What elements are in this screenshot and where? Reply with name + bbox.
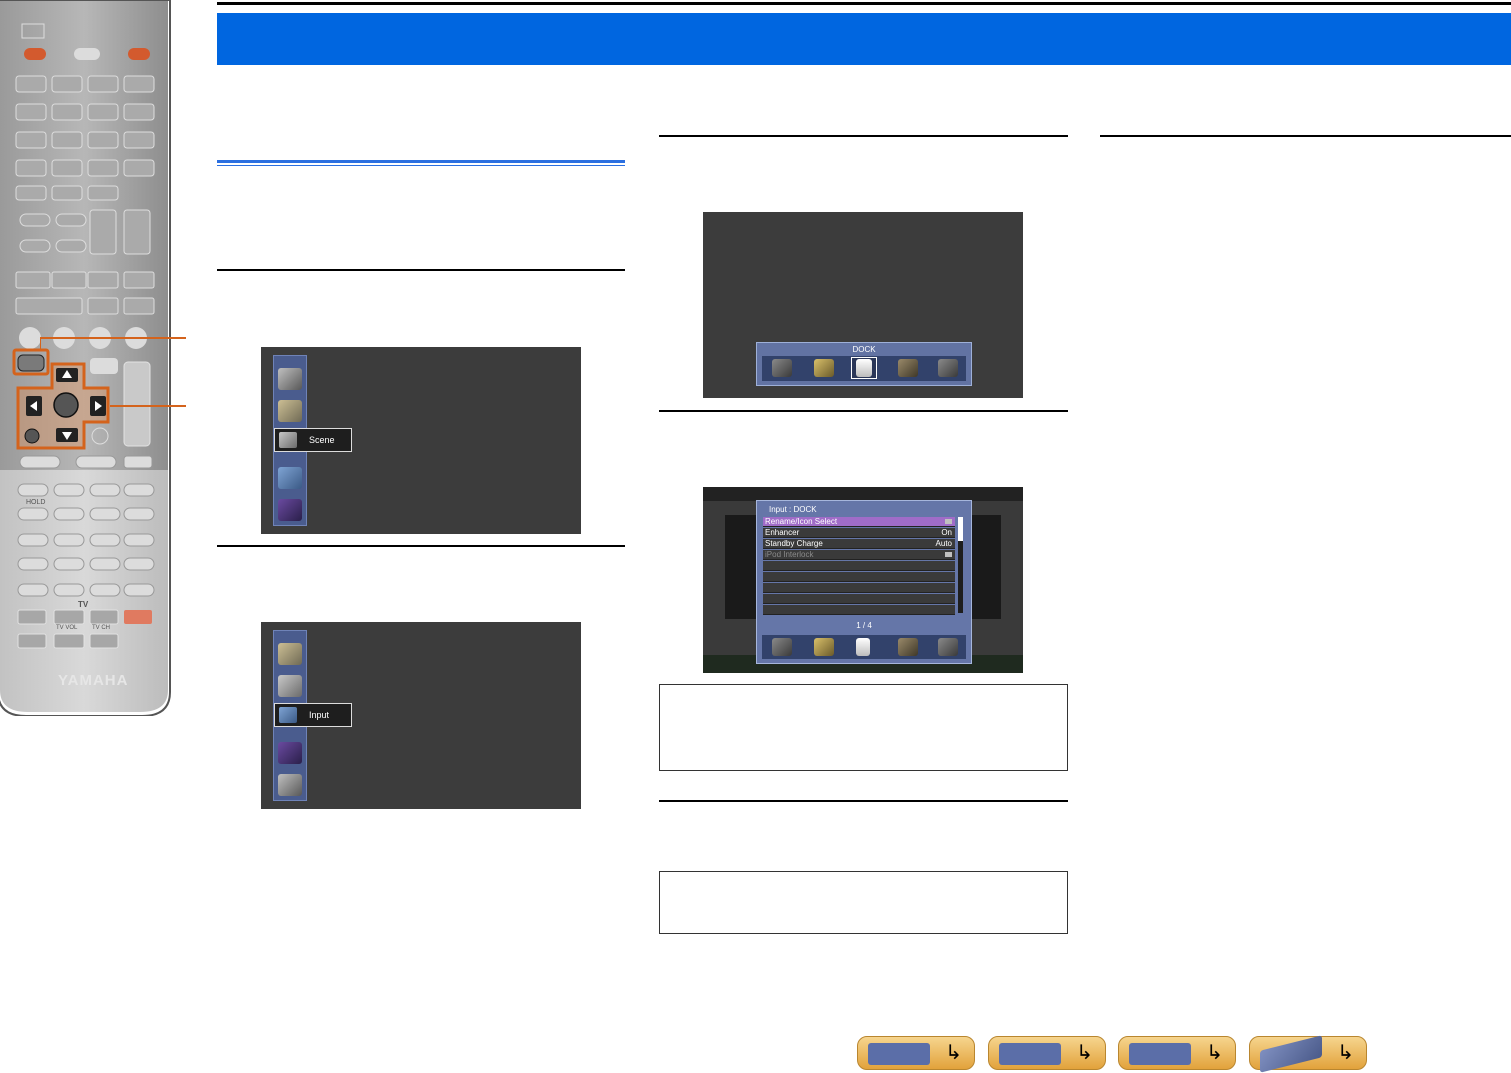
option-row-empty bbox=[763, 605, 955, 615]
options-panel-title: Input : DOCK bbox=[769, 505, 817, 514]
input-icon bbox=[278, 467, 302, 489]
tuner-icon bbox=[814, 638, 834, 656]
return-arrow-icon: ↳ bbox=[1206, 1042, 1223, 1064]
options-page-indicator: 1 / 4 bbox=[856, 621, 872, 630]
return-arrow-icon: ↳ bbox=[945, 1042, 962, 1064]
note-box-1 bbox=[659, 684, 1068, 771]
screen-dock-select: DOCK bbox=[703, 212, 1023, 398]
remote-tv-vol-label: TV VOL bbox=[56, 625, 78, 631]
section-heading-rule bbox=[217, 160, 625, 166]
sound-program-icon bbox=[278, 499, 302, 521]
screen-scene-menu: Scene bbox=[261, 347, 581, 534]
step-rule-5 bbox=[659, 800, 1068, 802]
nav-button-remote[interactable]: ↳ bbox=[1249, 1035, 1367, 1073]
scene-icon bbox=[278, 675, 302, 697]
ipod-dock-icon bbox=[856, 638, 870, 656]
top-rule bbox=[217, 2, 1511, 5]
input-icon-row bbox=[762, 356, 966, 381]
front-panel-icon bbox=[868, 1043, 930, 1065]
cable-icon bbox=[772, 359, 792, 377]
video-input-icon bbox=[938, 638, 958, 656]
note-box-2 bbox=[659, 871, 1068, 934]
selected-menu-item-scene: Scene bbox=[274, 428, 352, 452]
remote-tv-label: TV bbox=[78, 600, 89, 609]
options-scrollbar bbox=[958, 517, 963, 613]
return-arrow-icon: ↳ bbox=[1076, 1042, 1093, 1064]
speaker-setup-icon bbox=[278, 368, 302, 390]
selected-menu-label: Scene bbox=[309, 435, 335, 445]
option-row-empty bbox=[763, 594, 955, 604]
nav-button-display[interactable]: ↳ bbox=[1118, 1036, 1236, 1070]
input-select-title: DOCK bbox=[852, 345, 876, 354]
scene-icon bbox=[279, 432, 297, 448]
speaker-setup-icon bbox=[278, 774, 302, 796]
scrollbar-thumb bbox=[958, 517, 963, 541]
network-icon bbox=[898, 359, 918, 377]
options-list: Rename/Icon Select Enhancer On Standby C… bbox=[763, 517, 955, 615]
submenu-flag-icon bbox=[945, 552, 952, 557]
option-row-rename-icon-select: Rename/Icon Select bbox=[763, 517, 955, 527]
remote-brand-logo: YAMAHA bbox=[58, 672, 129, 689]
video-input-icon bbox=[938, 359, 958, 377]
option-row-standby-charge: Standby Charge Auto bbox=[763, 539, 955, 549]
step-rule-4 bbox=[659, 410, 1068, 412]
cable-icon bbox=[772, 638, 792, 656]
submenu-flag-icon bbox=[945, 519, 952, 524]
input-icon-row bbox=[762, 635, 966, 659]
display-icon bbox=[1129, 1043, 1191, 1065]
ipod-dock-icon bbox=[856, 359, 872, 377]
adjustment-icon bbox=[278, 400, 302, 422]
step-rule-1 bbox=[217, 269, 625, 271]
nav-button-rear-panel[interactable]: ↳ bbox=[988, 1036, 1106, 1070]
option-row-empty bbox=[763, 572, 955, 582]
selected-input-frame bbox=[851, 357, 877, 379]
rear-panel-icon bbox=[999, 1043, 1061, 1065]
title-bar bbox=[217, 13, 1511, 65]
screen-input-menu: Input bbox=[261, 622, 581, 809]
remote-icon bbox=[1260, 1035, 1322, 1073]
network-icon bbox=[898, 638, 918, 656]
adjustment-icon bbox=[278, 643, 302, 665]
background-info-band bbox=[703, 487, 1023, 501]
input-select-panel: DOCK bbox=[756, 342, 972, 386]
step-rule-6 bbox=[1100, 135, 1511, 137]
remote-tv-ch-label: TV CH bbox=[92, 625, 110, 631]
return-arrow-icon: ↳ bbox=[1337, 1042, 1354, 1064]
selected-menu-label: Input bbox=[309, 710, 330, 720]
option-row-enhancer: Enhancer On bbox=[763, 528, 955, 538]
remote-hold-label: HOLD bbox=[26, 499, 46, 506]
sound-program-icon bbox=[278, 742, 302, 764]
input-icon bbox=[279, 707, 297, 723]
option-row-empty bbox=[763, 561, 955, 571]
callout-lines bbox=[40, 337, 186, 407]
nav-button-front-panel[interactable]: ↳ bbox=[857, 1036, 975, 1070]
tuner-icon bbox=[814, 359, 834, 377]
option-row-ipod-interlock: iPod Interlock bbox=[763, 550, 955, 560]
input-options-panel: Input : DOCK Rename/Icon Select Enhancer… bbox=[756, 500, 972, 664]
screen-input-options: Input : DOCK Rename/Icon Select Enhancer… bbox=[703, 487, 1023, 673]
step-rule-2 bbox=[217, 545, 625, 547]
step-rule-3 bbox=[659, 135, 1068, 137]
option-row-empty bbox=[763, 583, 955, 593]
selected-menu-item-input: Input bbox=[274, 703, 352, 727]
